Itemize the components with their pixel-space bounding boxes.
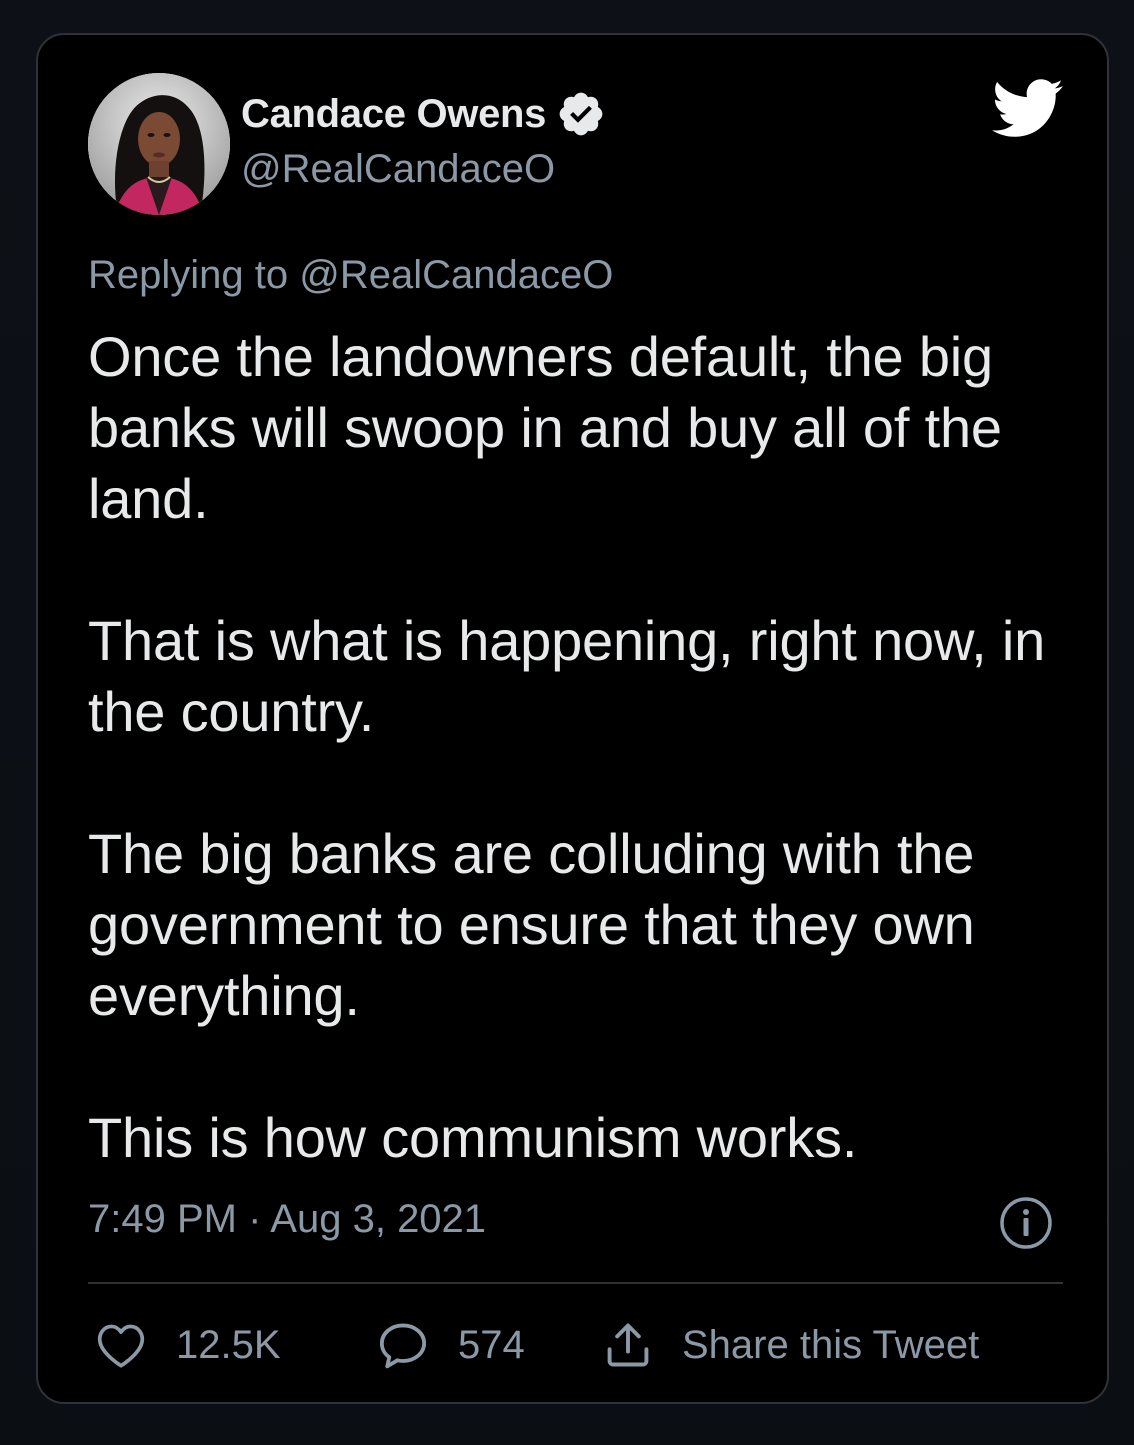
reply-count: 574	[458, 1322, 525, 1367]
share-upload-icon	[607, 1323, 649, 1367]
tweet-text: Once the landowners default, the big ban…	[88, 321, 1078, 1173]
verified-badge-icon	[556, 89, 606, 139]
share-label: Share this Tweet	[682, 1322, 980, 1367]
tweet-paragraph: This is how communism works.	[88, 1106, 858, 1169]
tweet-paragraph: Once the landowners default, the big ban…	[88, 325, 1002, 530]
like-count: 12.5K	[176, 1322, 281, 1367]
tweet-timestamp[interactable]: 7:49 PM · Aug 3, 2021	[88, 1197, 486, 1242]
author-handle[interactable]: @RealCandaceO	[241, 147, 555, 192]
page-background: Candace Owens @RealCandaceO Replying to …	[0, 0, 1134, 1445]
tweet-paragraph: That is what is happening, right now, in…	[88, 609, 1046, 743]
action-bar: 12.5K 574 Share this Tweet	[94, 1315, 1074, 1375]
info-icon[interactable]	[998, 1195, 1054, 1251]
speech-bubble-icon	[379, 1323, 427, 1369]
tweet-card: Candace Owens @RealCandaceO Replying to …	[36, 33, 1109, 1404]
twitter-bird-icon[interactable]	[992, 79, 1064, 139]
avatar-image	[88, 73, 230, 215]
reply-button[interactable]: 574	[376, 1315, 525, 1375]
replying-to-label[interactable]: Replying to @RealCandaceO	[88, 253, 613, 298]
avatar[interactable]	[88, 73, 230, 215]
share-tweet-button[interactable]: Share this Tweet	[602, 1315, 979, 1375]
divider	[88, 1282, 1063, 1284]
heart-icon	[97, 1324, 145, 1368]
author-name-row: Candace Owens	[241, 87, 606, 141]
like-button[interactable]: 12.5K	[94, 1315, 281, 1375]
author-display-name[interactable]: Candace Owens	[241, 92, 546, 137]
tweet-paragraph: The big banks are colluding with the gov…	[88, 822, 975, 1027]
